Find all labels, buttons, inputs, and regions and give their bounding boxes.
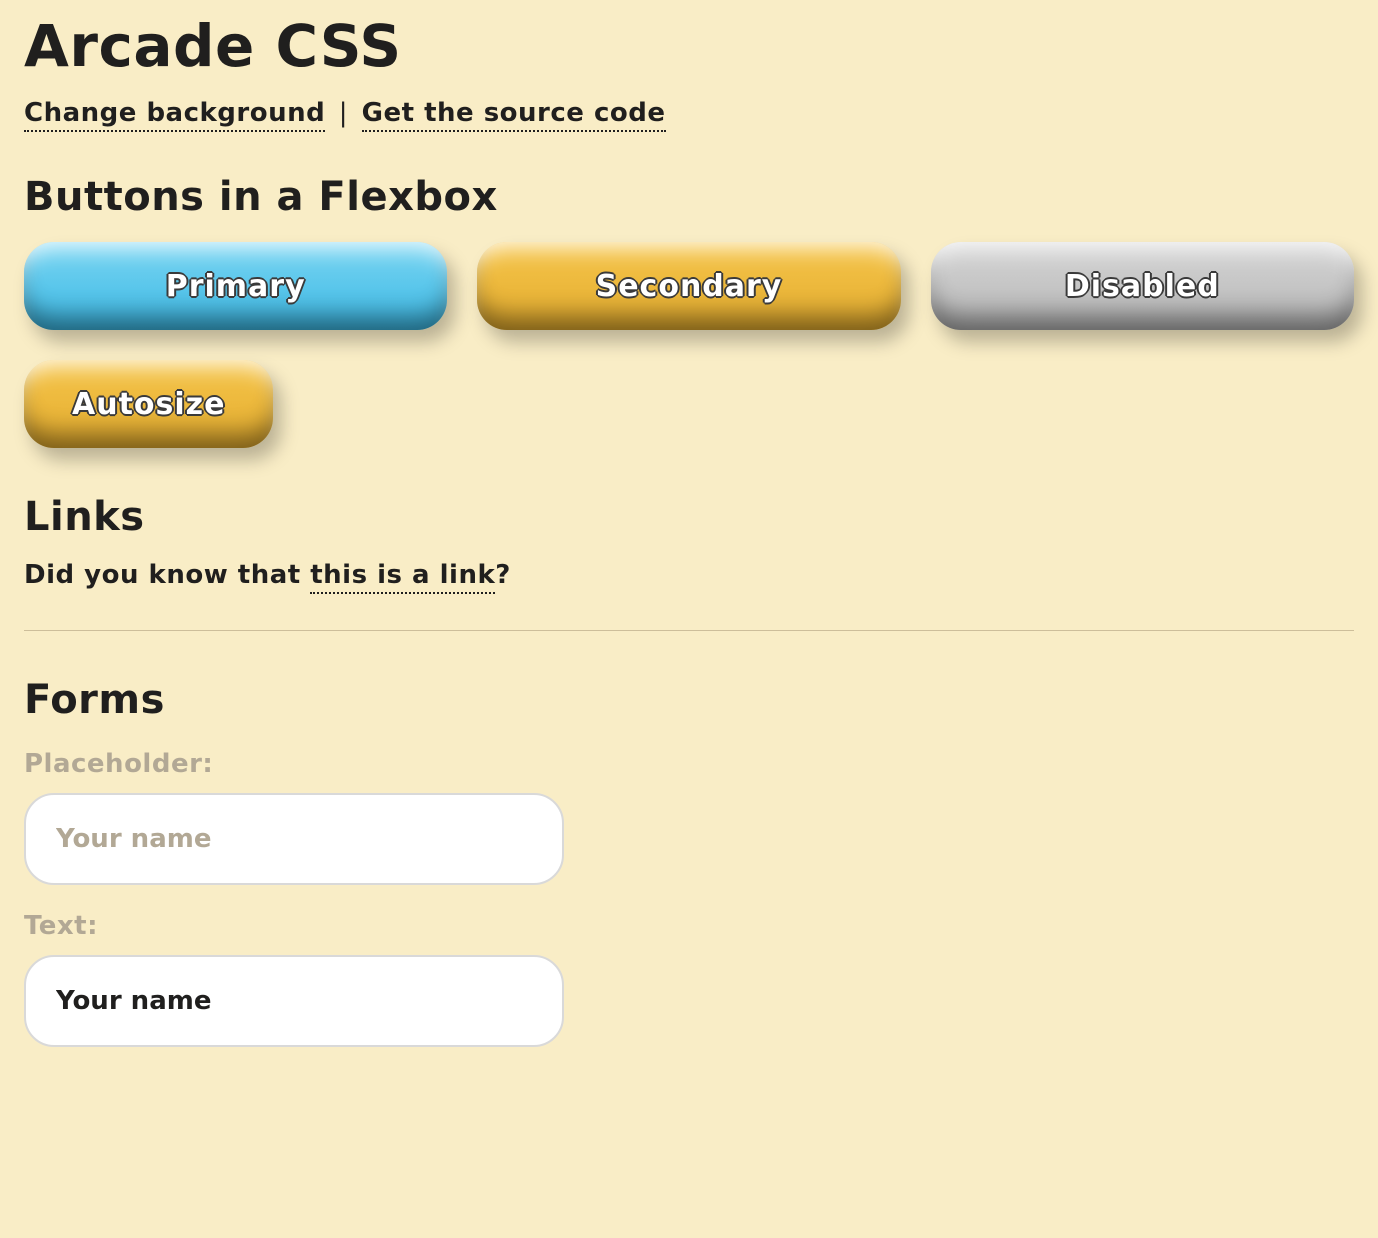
text-label: Text: xyxy=(24,911,1354,941)
links-prefix: Did you know that xyxy=(24,560,310,590)
top-links-line: Change background | Get the source code xyxy=(24,98,1354,128)
section-divider xyxy=(24,630,1354,631)
forms-heading: Forms xyxy=(24,677,1354,723)
autosize-button[interactable]: Autosize xyxy=(24,360,273,448)
buttons-heading: Buttons in a Flexbox xyxy=(24,174,1354,220)
page-title: Arcade CSS xyxy=(24,12,1354,80)
top-links-separator: | xyxy=(335,98,352,128)
placeholder-label: Placeholder: xyxy=(24,749,1354,779)
links-suffix: ? xyxy=(495,560,511,590)
secondary-button[interactable]: Secondary xyxy=(477,242,900,330)
links-heading: Links xyxy=(24,494,1354,540)
links-paragraph: Did you know that this is a link? xyxy=(24,560,1354,590)
disabled-button: Disabled xyxy=(931,242,1354,330)
primary-button[interactable]: Primary xyxy=(24,242,447,330)
text-input[interactable] xyxy=(24,955,564,1047)
placeholder-input[interactable] xyxy=(24,793,564,885)
change-background-link[interactable]: Change background xyxy=(24,98,325,132)
source-code-link[interactable]: Get the source code xyxy=(362,98,666,132)
inline-link[interactable]: this is a link xyxy=(310,560,495,594)
buttons-flexbox: Primary Secondary Disabled Autosize xyxy=(24,242,1354,448)
